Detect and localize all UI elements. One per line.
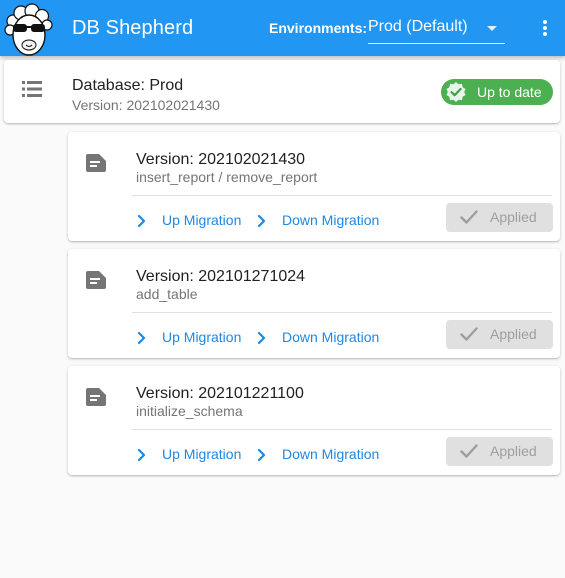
- up-migration-label: Up Migration: [162, 329, 242, 345]
- up-migration-button[interactable]: Up Migration: [136, 328, 246, 348]
- applied-label: Applied: [490, 209, 537, 225]
- sheep-logo-icon: [4, 1, 54, 57]
- chevron-right-icon: [137, 331, 146, 345]
- up-migration-button[interactable]: Up Migration: [136, 445, 246, 465]
- migration-description: add_table: [136, 286, 198, 302]
- more-vert-icon[interactable]: [535, 18, 555, 38]
- up-migration-label: Up Migration: [162, 446, 242, 462]
- database-card: Database: Prod Version: 202102021430 Up …: [4, 60, 560, 123]
- down-migration-button[interactable]: Down Migration: [256, 211, 386, 231]
- applied-button[interactable]: Applied: [446, 320, 553, 349]
- database-version: Version: 202102021430: [72, 97, 220, 113]
- storage-icon: [22, 81, 42, 97]
- environment-selected-value: Prod (Default): [368, 18, 468, 35]
- check-icon: [460, 444, 478, 458]
- status-badge: Up to date: [441, 79, 553, 105]
- migration-version: Version: 202102021430: [136, 151, 306, 168]
- applied-button[interactable]: Applied: [446, 437, 553, 466]
- applied-label: Applied: [490, 326, 537, 342]
- divider: [132, 195, 552, 196]
- migration-description: initialize_schema: [136, 403, 243, 419]
- migration-description: insert_report / remove_report: [136, 169, 318, 185]
- migration-version: Version: 202101221100: [136, 385, 304, 402]
- chevron-right-icon: [257, 448, 266, 462]
- environments-label: Environments:: [269, 20, 368, 36]
- check-badge-icon: [445, 81, 467, 103]
- down-migration-label: Down Migration: [282, 329, 380, 345]
- environment-select[interactable]: Prod (Default): [368, 15, 505, 44]
- divider: [132, 429, 552, 430]
- note-icon: [86, 388, 106, 406]
- chevron-right-icon: [257, 214, 266, 228]
- chevron-right-icon: [137, 448, 146, 462]
- migration-card: Version: 202102021430 insert_report / re…: [68, 132, 560, 241]
- app-bar: DB Shepherd Environments: Prod (Default): [0, 0, 565, 56]
- up-migration-label: Up Migration: [162, 212, 242, 228]
- app-title: DB Shepherd: [72, 17, 194, 39]
- chevron-right-icon: [137, 214, 146, 228]
- up-migration-button[interactable]: Up Migration: [136, 211, 246, 231]
- check-icon: [460, 327, 478, 341]
- check-icon: [460, 210, 478, 224]
- dropdown-caret-icon: [487, 26, 497, 31]
- migration-card: Version: 202101271024 add_table Up Migra…: [68, 249, 560, 358]
- down-migration-label: Down Migration: [282, 446, 380, 462]
- database-title: Database: Prod: [72, 77, 184, 94]
- migration-card: Version: 202101221100 initialize_schema …: [68, 366, 560, 475]
- down-migration-button[interactable]: Down Migration: [256, 445, 386, 465]
- down-migration-button[interactable]: Down Migration: [256, 328, 386, 348]
- migration-version: Version: 202101271024: [136, 268, 306, 285]
- note-icon: [86, 154, 106, 172]
- chevron-right-icon: [257, 331, 266, 345]
- divider: [132, 312, 552, 313]
- applied-button[interactable]: Applied: [446, 203, 553, 232]
- down-migration-label: Down Migration: [282, 212, 380, 228]
- note-icon: [86, 271, 106, 289]
- applied-label: Applied: [490, 443, 537, 459]
- status-label: Up to date: [477, 84, 542, 100]
